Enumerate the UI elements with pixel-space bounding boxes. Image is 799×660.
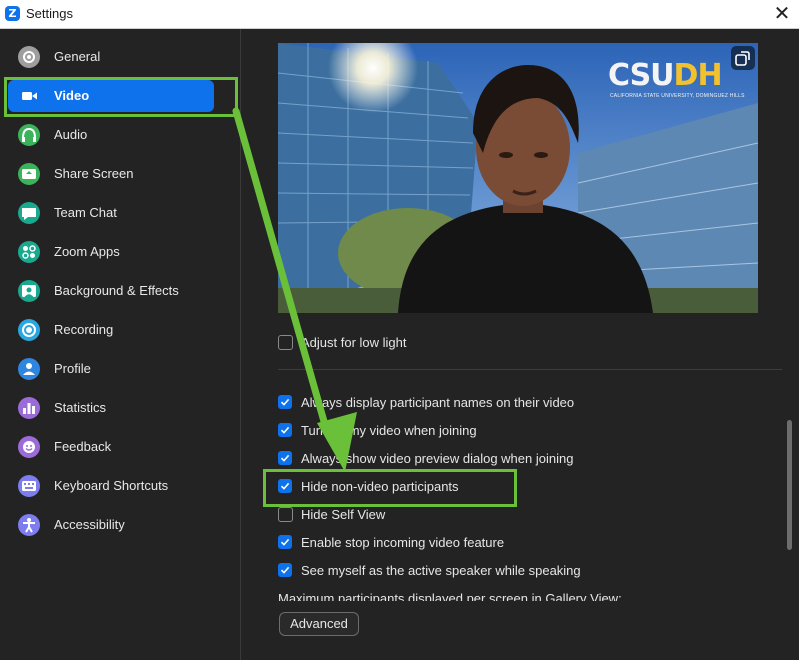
checkbox-checked[interactable] — [278, 451, 292, 465]
settings-sidebar: General Video Audio Share Screen Team Chat Zo… — [0, 29, 241, 660]
gear-icon — [18, 46, 40, 68]
sidebar-item-background-effects[interactable]: Background & Effects — [8, 275, 214, 307]
sidebar-item-label: Keyboard Shortcuts — [54, 478, 169, 493]
checkbox-checked[interactable] — [278, 535, 292, 549]
section-divider — [278, 369, 782, 370]
sidebar-item-team-chat[interactable]: Team Chat — [8, 197, 214, 229]
gallery-view-label: Maximum participants displayed per scree… — [278, 591, 622, 601]
rotate-camera-icon — [735, 51, 750, 66]
sidebar-item-zoom-apps[interactable]: Zoom Apps — [8, 236, 214, 268]
profile-icon — [18, 358, 40, 380]
option-label: Turn off my video when joining — [301, 423, 477, 438]
option-label: Hide Self View — [301, 507, 386, 522]
sidebar-item-accessibility[interactable]: Accessibility — [8, 509, 214, 541]
keyboard-icon — [18, 475, 40, 497]
settings-window: Z Settings ✕ General Video Audio Share Scre… — [0, 0, 799, 660]
sidebar-item-label: Profile — [54, 361, 91, 376]
sidebar-item-recording[interactable]: Recording — [8, 314, 214, 346]
sidebar-item-keyboard-shortcuts[interactable]: Keyboard Shortcuts — [8, 470, 214, 502]
sidebar-item-label: Audio — [54, 127, 88, 142]
apps-icon — [18, 241, 40, 263]
sidebar-item-label: Team Chat — [54, 205, 117, 220]
headphones-icon — [18, 124, 40, 146]
advanced-button[interactable]: Advanced — [279, 612, 359, 636]
chat-bubble-icon — [18, 202, 40, 224]
title-bar: Z Settings ✕ — [0, 0, 799, 29]
scrollbar-thumb[interactable] — [787, 420, 792, 550]
share-screen-icon — [18, 163, 40, 185]
checkbox-checked[interactable] — [278, 563, 292, 577]
sidebar-item-audio[interactable]: Audio — [8, 119, 214, 151]
statistics-icon — [18, 397, 40, 419]
option-label: Always display participant names on thei… — [301, 395, 575, 410]
scrollbar[interactable] — [786, 330, 794, 650]
smiley-feedback-icon — [18, 436, 40, 458]
checkbox-checked[interactable] — [278, 395, 292, 409]
person-background-icon — [18, 280, 40, 302]
sidebar-item-profile[interactable]: Profile — [8, 353, 214, 385]
sidebar-item-feedback[interactable]: Feedback — [8, 431, 214, 463]
brand-logo: CSUDH — [608, 58, 723, 93]
accessibility-icon — [18, 514, 40, 536]
sidebar-item-label: General — [54, 49, 101, 64]
brand-subtitle: CALIFORNIA STATE UNIVERSITY, DOMINGUEZ H… — [610, 93, 745, 99]
sidebar-item-general[interactable]: General — [8, 41, 214, 73]
sidebar-item-label: Recording — [54, 322, 114, 337]
sidebar-item-label: Share Screen — [54, 166, 134, 181]
low-light-checkbox[interactable] — [278, 335, 293, 350]
close-button[interactable]: ✕ — [771, 3, 793, 25]
highlight-hide-non-video — [263, 469, 517, 507]
checkbox-checked[interactable] — [278, 423, 292, 437]
sidebar-item-label: Statistics — [54, 400, 107, 415]
window-title: Settings — [26, 6, 73, 21]
low-light-label: Adjust for low light — [301, 335, 407, 350]
checkbox-unchecked[interactable] — [278, 507, 293, 522]
highlight-video-tab — [4, 77, 238, 117]
sidebar-item-label: Background & Effects — [54, 283, 179, 298]
rotate-camera-button[interactable] — [731, 46, 755, 70]
sidebar-item-label: Zoom Apps — [54, 244, 120, 259]
zoom-logo-icon: Z — [5, 6, 20, 21]
sidebar-item-label: Accessibility — [54, 517, 125, 532]
sidebar-item-share-screen[interactable]: Share Screen — [8, 158, 214, 190]
sidebar-item-statistics[interactable]: Statistics — [8, 392, 214, 424]
option-label: Always show video preview dialog when jo… — [301, 451, 574, 466]
sidebar-item-label: Feedback — [54, 439, 112, 454]
option-label: See myself as the active speaker while s… — [301, 563, 581, 578]
record-icon — [18, 319, 40, 341]
option-label: Enable stop incoming video feature — [301, 535, 505, 550]
